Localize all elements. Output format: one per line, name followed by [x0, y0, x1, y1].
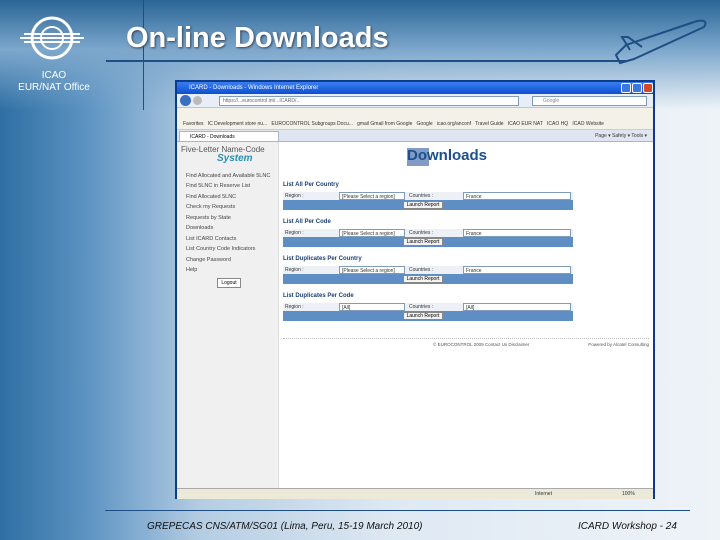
form-row: Region : [Please Select a region] Countr… [283, 229, 573, 237]
countries-label: Countries : [409, 304, 434, 310]
zone-indicator: Internet [535, 491, 552, 497]
copyright[interactable]: © EUROCONTROL 2009 Contact Us Disclaimer [433, 342, 529, 347]
sidebar-item[interactable]: Check my Requests [186, 204, 235, 210]
fav-item[interactable]: ICAO Website [572, 121, 604, 127]
fav-item[interactable]: IC Development store nu... [208, 121, 267, 127]
launch-report-button[interactable]: Launch Report [403, 238, 443, 246]
footer-meeting: GREPECAS CNS/ATM/SG01 (Lima, Peru, 15-19… [147, 521, 423, 532]
divider [106, 60, 626, 62]
form-row: Region : [Please Select a region] Countr… [283, 192, 573, 200]
region-select[interactable]: [Please Select a region] [339, 192, 405, 200]
divider [143, 0, 144, 110]
org-name: ICAO [41, 70, 67, 81]
region-label: Region : [285, 304, 304, 310]
action-band: Launch Report [283, 311, 573, 321]
region-label: Region : [285, 267, 304, 273]
region-select[interactable]: [Please Select a region] [339, 229, 405, 237]
fav-item[interactable]: ICAO EUR NAT [508, 121, 543, 127]
sidebar-item[interactable]: Find Allocated 5LNC [186, 194, 236, 200]
launch-report-button[interactable]: Launch Report [403, 312, 443, 320]
fav-item[interactable]: icao.org/anconf [437, 121, 471, 127]
fav-item[interactable]: gmail Gmail from Google [357, 121, 412, 127]
divider [105, 510, 690, 511]
fav-item[interactable]: Favorites [183, 121, 204, 127]
back-button[interactable] [180, 95, 191, 106]
org-label: ICAO EUR/NAT Office [14, 70, 94, 94]
logout-button[interactable]: Logout [217, 278, 241, 288]
section-title: List Duplicates Per Code [283, 293, 354, 299]
form-row: Region : [Please Select a region] Countr… [283, 266, 573, 274]
fav-item[interactable]: Google [417, 121, 433, 127]
maximize-button[interactable] [632, 83, 642, 93]
region-select[interactable]: [All] [339, 303, 405, 311]
airplane-icon [614, 19, 707, 65]
sidebar-item[interactable]: List Country Code Indicators [186, 246, 255, 252]
zoom-level[interactable]: 100% [622, 491, 635, 497]
country-select[interactable]: France [463, 266, 571, 274]
report-section: List All Per Country Region : [Please Se… [283, 182, 573, 210]
launch-report-button[interactable]: Launch Report [403, 201, 443, 209]
favorites-bar: Favorites IC Development store nu... EUR… [177, 118, 653, 130]
sidebar-item[interactable]: Change Password [186, 257, 231, 263]
region-label: Region : [285, 193, 304, 199]
countries-label: Countries : [409, 267, 434, 273]
sidebar-item[interactable]: List ICARD Contacts [186, 236, 236, 242]
countries-label: Countries : [409, 230, 434, 236]
downloads-logo: Downloads [407, 147, 488, 164]
footer-page: ICARD Workshop - 24 [578, 521, 677, 532]
region-select[interactable]: [Please Select a region] [339, 266, 405, 274]
launch-report-button[interactable]: Launch Report [403, 275, 443, 283]
status-bar: Internet 100% [177, 488, 653, 499]
sidebar-item[interactable]: Find 5LNC in Reserve List [186, 183, 250, 189]
browser-window: ICARD - Downloads - Windows Internet Exp… [175, 80, 655, 499]
action-band: Launch Report [283, 274, 573, 284]
report-section: List Duplicates Per Country Region : [Pl… [283, 256, 573, 284]
org-office: EUR/NAT Office [18, 82, 90, 93]
section-title: List All Per Code [283, 219, 331, 225]
sidebar: Five-Letter Name-Code System Find Alloca… [177, 142, 279, 488]
tab-downloads[interactable]: ICARD - Downloads [179, 131, 279, 142]
title-bar: ICARD - Downloads - Windows Internet Exp… [177, 82, 653, 94]
powered-by: Powered by Alcatel Consulting [588, 342, 649, 347]
forward-button[interactable] [193, 96, 202, 105]
report-section: List Duplicates Per Code Region : [All] … [283, 293, 573, 321]
country-select[interactable]: France [463, 229, 571, 237]
country-select[interactable]: [All] [463, 303, 571, 311]
command-bar[interactable]: Page ▾ Safety ▾ Tools ▾ [595, 133, 647, 139]
action-band: Launch Report [283, 237, 573, 247]
page-footer: © EUROCONTROL 2009 Contact Us Disclaimer… [283, 338, 649, 347]
sidebar-item[interactable]: Help [186, 267, 197, 273]
main-content: Downloads List All Per Country Region : … [279, 142, 653, 488]
menu-bar [177, 108, 653, 118]
sidebar-item[interactable]: Downloads [186, 225, 213, 231]
fav-item[interactable]: EUROCONTROL Subgroups Docu... [271, 121, 353, 127]
fav-item[interactable]: Travel Guide [475, 121, 503, 127]
brand-logo: System [217, 153, 253, 164]
close-button[interactable] [643, 83, 653, 93]
sidebar-item[interactable]: Requests by State [186, 215, 231, 221]
section-title: List All Per Country [283, 182, 339, 188]
region-label: Region : [285, 230, 304, 236]
search-input[interactable]: Google [532, 96, 647, 106]
fav-item[interactable]: ICAO HQ [547, 121, 568, 127]
sidebar-item[interactable]: Find Allocated and Available 5LNC [186, 173, 270, 179]
icao-logo-icon [20, 16, 84, 60]
minimize-button[interactable] [621, 83, 631, 93]
countries-label: Countries : [409, 193, 434, 199]
address-bar: https://...eurocontrol.int/...ICARD/... … [177, 94, 653, 108]
tab-row: ICARD - Downloads Page ▾ Safety ▾ Tools … [177, 130, 653, 142]
window-title: ICARD - Downloads - Windows Internet Exp… [189, 85, 319, 91]
url-input[interactable]: https://...eurocontrol.int/...ICARD/... [219, 96, 519, 106]
country-select[interactable]: France [463, 192, 571, 200]
action-band: Launch Report [283, 200, 573, 210]
form-row: Region : [All] Countries : [All] [283, 303, 573, 311]
report-section: List All Per Code Region : [Please Selec… [283, 219, 573, 247]
section-title: List Duplicates Per Country [283, 256, 362, 262]
slide-title: On-line Downloads [126, 22, 389, 54]
